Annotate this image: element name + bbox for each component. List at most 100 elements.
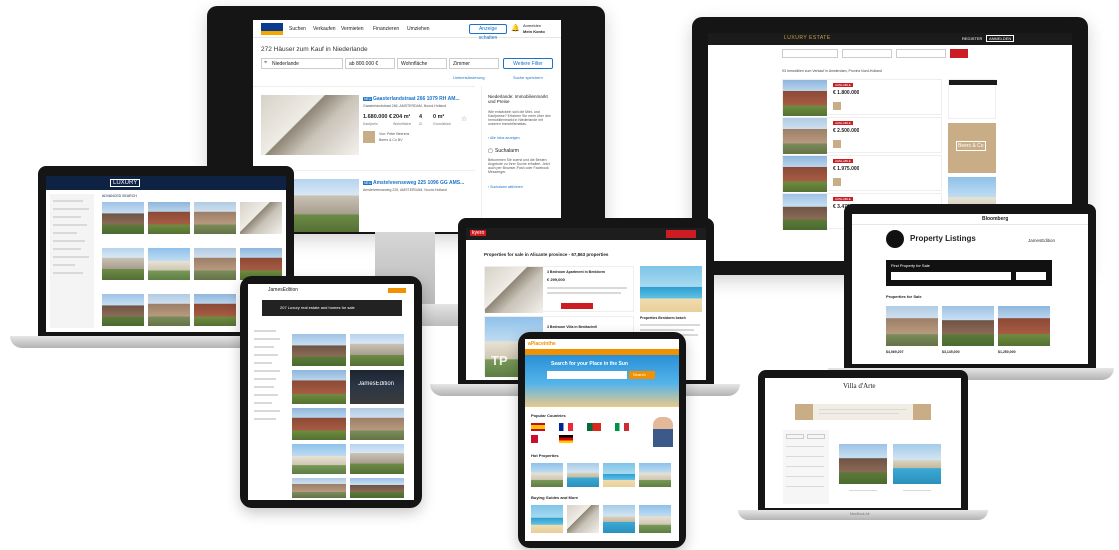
search-button[interactable] [1016,272,1046,280]
listing-photo[interactable] [485,267,543,313]
guide-thumb[interactable] [603,505,635,533]
bell-icon[interactable]: 🔔 [511,24,520,32]
guide-thumb[interactable] [567,505,599,533]
country-flag[interactable] [559,423,573,431]
filter-rooms[interactable]: Zimmer [449,58,499,69]
listing-title[interactable]: 3 Bedroom Villa in Benitachell [547,325,597,329]
country-flag[interactable] [587,423,601,431]
property-thumb[interactable] [148,202,190,234]
account-sublabel[interactable]: Mein Konto [523,29,545,34]
property-thumb[interactable] [194,248,236,280]
search-button[interactable] [666,230,696,238]
location-select[interactable] [782,49,838,58]
market-info-link[interactable]: › Alle Infos anzeigen [488,136,520,140]
property-thumb[interactable] [148,294,190,326]
post-ad-button[interactable]: Anzeige schalten [469,24,507,41]
search-alarm-link[interactable]: › Suchalarm aktivieren [488,185,523,189]
bottom-laptop-screen: Villa d'Arte [765,378,961,508]
listing-card[interactable]: AVAILABLE € 1.800.000 [782,79,942,116]
property-thumb[interactable] [148,248,190,280]
property-thumb[interactable] [639,463,671,487]
property-thumb[interactable] [102,202,144,234]
listing-photo[interactable] [783,156,827,192]
register-button[interactable]: REGISTER [962,36,982,41]
listing-card[interactable]: AVAILABLE € 2.500.000 [782,117,942,154]
account-label[interactable]: Anmelden [523,23,541,28]
country-flag[interactable] [559,435,573,443]
property-thumb[interactable] [292,334,346,366]
listing-price: € 299,000 [547,277,565,282]
guide-thumb[interactable] [531,505,563,533]
listing-card[interactable]: NEU Gaasterlandstraat 266 1079 RH AM... … [253,86,475,166]
nav-item-finance[interactable]: Finanzieren [373,26,399,32]
agency-advert[interactable]: Beers & Co [948,123,996,173]
property-thumb[interactable] [102,294,144,326]
property-thumb[interactable] [531,463,563,487]
beach-photo[interactable] [640,266,702,312]
favorite-star-icon[interactable]: ☆ [461,115,467,123]
radius-link[interactable]: Umkreisänderung [453,75,485,80]
cta-button[interactable] [388,288,406,293]
site-logo[interactable]: kyero [470,230,487,236]
filter-location[interactable]: ⌖ Niederlande [261,58,343,69]
listing-title[interactable]: Gaasterlandstraat 266 1079 RH AM... [373,96,469,102]
listing-title[interactable]: 3 Bedroom Apartment in Benidorm [547,270,605,274]
property-thumb[interactable] [194,202,236,234]
nav-item-sell[interactable]: Verkaufen [313,26,336,32]
listing-photo[interactable] [893,444,941,484]
site-logo[interactable]: Bloomberg [982,216,1008,222]
property-thumb[interactable] [350,444,404,474]
more-filters-button[interactable]: Weitere Filter [503,58,553,69]
type-select[interactable] [842,49,892,58]
property-thumb[interactable] [350,478,404,498]
listing-card[interactable]: AVAILABLE € 1.975.000 [782,155,942,192]
property-thumb[interactable] [102,248,144,280]
brand-badge[interactable] [886,230,904,248]
site-logo[interactable]: JamesEdition [268,287,298,293]
filter-field[interactable] [786,434,804,439]
listing-photo[interactable] [942,306,994,346]
site-logo[interactable]: aPlaceinthe [528,341,556,347]
country-flag[interactable] [531,435,545,443]
property-thumb[interactable] [292,370,346,404]
listing-photo[interactable] [783,118,827,154]
property-thumb[interactable] [350,408,404,440]
listing-photo[interactable] [261,95,359,155]
save-search-link[interactable]: Suche speichern [513,75,543,80]
site-logo[interactable]: LUXURY ESTATE [784,35,831,41]
property-thumb[interactable] [194,294,236,326]
listing-photo[interactable] [783,194,827,230]
search-button[interactable] [950,49,968,58]
nav-item-search[interactable]: Suchen [289,26,306,32]
country-flag[interactable] [531,423,545,431]
nav-item-move[interactable]: Umziehen [407,26,430,32]
property-thumb[interactable] [292,408,346,440]
contact-button[interactable] [561,303,593,309]
listing-photo[interactable] [998,306,1050,346]
search-button[interactable]: Search [629,371,655,379]
country-flag[interactable] [615,423,629,431]
listing-photo[interactable] [886,306,938,346]
listing-card[interactable]: 3 Bedroom Apartment in Benidorm € 299,00… [484,266,634,313]
filter-field[interactable] [807,434,825,439]
price-select[interactable] [896,49,946,58]
property-thumb[interactable] [603,463,635,487]
property-thumb[interactable] [292,444,346,474]
listing-title[interactable]: Amstelveenseweg 225 1096 GG AMS... [373,180,469,186]
filter-price[interactable]: ab 800.000 € [345,58,395,69]
property-thumb[interactable] [567,463,599,487]
search-input[interactable] [891,272,1011,280]
listing-photo[interactable] [839,444,887,484]
site-logo[interactable]: LUXURY [110,179,141,187]
search-input[interactable] [547,371,627,379]
property-thumb[interactable] [350,334,404,366]
site-logo[interactable]: Villa d'Arte [843,382,887,390]
property-thumb[interactable] [240,202,282,234]
nav-item-rent[interactable]: Vermieten [341,26,364,32]
guide-thumb[interactable] [639,505,671,533]
property-thumb[interactable] [292,478,346,498]
property-thumb[interactable]: JamesEdition [350,370,404,404]
filter-area[interactable]: Wohnfläche [397,58,447,69]
listing-photo[interactable] [783,80,827,116]
login-button[interactable]: ANMELDEN [986,35,1015,42]
